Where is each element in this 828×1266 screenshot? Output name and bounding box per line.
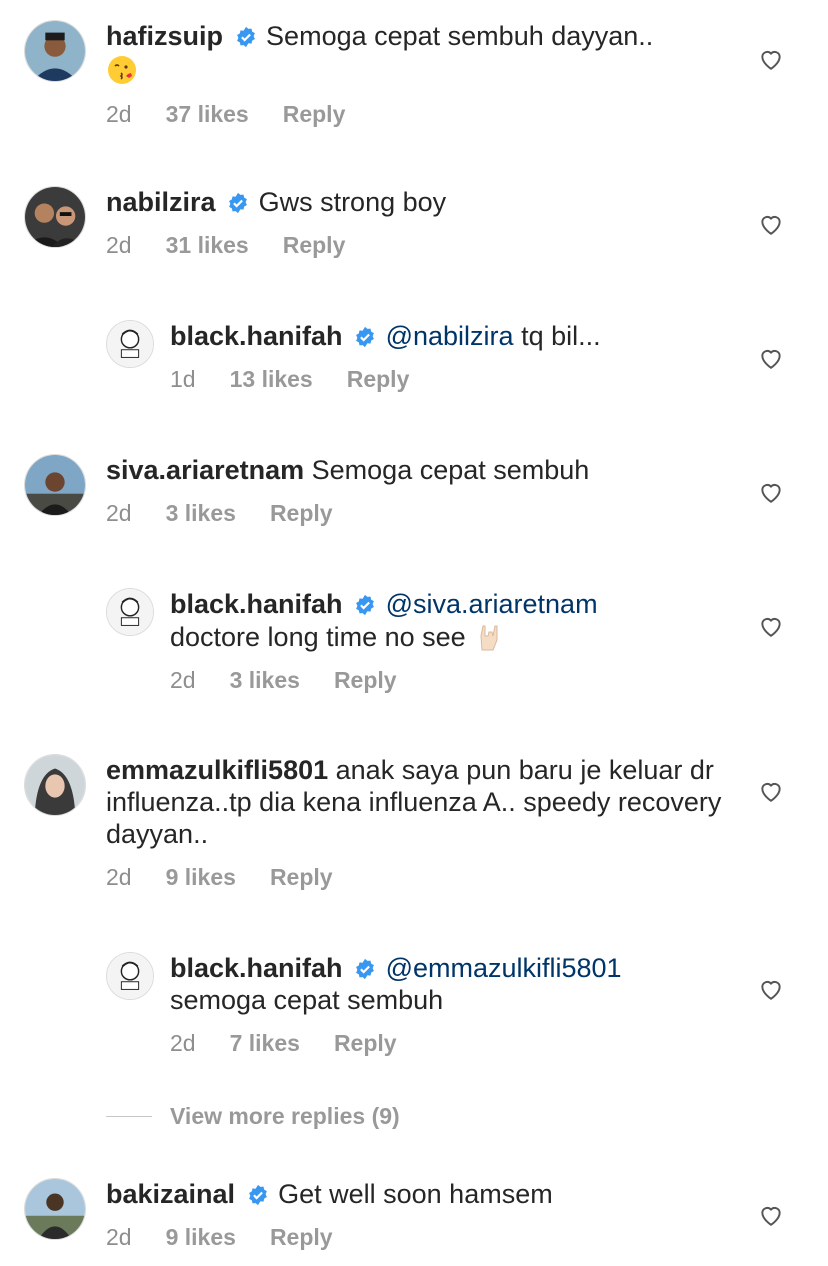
likes-count[interactable]: 7 likes bbox=[230, 1030, 300, 1057]
reply-button[interactable]: Reply bbox=[347, 366, 410, 393]
rock-hand-emoji bbox=[480, 625, 498, 651]
comment-text: semoga cepat sembuh bbox=[170, 985, 444, 1015]
comment-text: Semoga cepat sembuh bbox=[311, 455, 590, 485]
comment-time: 2d bbox=[106, 1224, 132, 1250]
comment-time: 2d bbox=[170, 1030, 196, 1056]
comment-username[interactable]: bakizainal bbox=[106, 1179, 235, 1209]
comment-username[interactable]: siva.ariaretnam bbox=[106, 455, 304, 485]
view-more-replies[interactable]: View more replies (9) bbox=[106, 1103, 400, 1130]
comment-time: 2d bbox=[106, 101, 132, 127]
view-more-replies-label: View more replies (9) bbox=[170, 1103, 400, 1129]
avatar[interactable] bbox=[24, 186, 86, 248]
divider bbox=[106, 1116, 152, 1117]
heart-icon[interactable] bbox=[758, 778, 784, 804]
kissing-face-emoji bbox=[108, 56, 136, 84]
avatar[interactable] bbox=[24, 20, 86, 82]
heart-icon[interactable] bbox=[758, 976, 784, 1002]
likes-count[interactable]: 9 likes bbox=[166, 1224, 236, 1251]
verified-badge-icon bbox=[229, 192, 247, 214]
comment-username[interactable]: black.hanifah bbox=[170, 589, 343, 619]
mention-link[interactable]: @emmazulkifli5801 bbox=[386, 953, 622, 983]
reply-button[interactable]: Reply bbox=[334, 667, 397, 694]
avatar[interactable] bbox=[106, 952, 154, 1000]
avatar[interactable] bbox=[24, 454, 86, 516]
comment-username[interactable]: hafizsuip bbox=[106, 21, 223, 51]
avatar[interactable] bbox=[24, 754, 86, 816]
reply-button[interactable]: Reply bbox=[270, 864, 333, 891]
mention-link[interactable]: @nabilzira bbox=[386, 321, 514, 351]
comment-text: doctore long time no see bbox=[170, 622, 466, 652]
reply-button[interactable]: Reply bbox=[283, 101, 346, 128]
heart-icon[interactable] bbox=[758, 479, 784, 505]
comment-text: Semoga cepat sembuh dayyan.. bbox=[266, 21, 654, 51]
comment-username[interactable]: emmazulkifli5801 bbox=[106, 755, 328, 785]
comment-time: 2d bbox=[106, 232, 132, 258]
avatar[interactable] bbox=[24, 1178, 86, 1240]
comment-text: Gws strong boy bbox=[258, 187, 447, 217]
heart-icon[interactable] bbox=[758, 211, 784, 237]
reply-button[interactable]: Reply bbox=[334, 1030, 397, 1057]
likes-count[interactable]: 3 likes bbox=[166, 500, 236, 527]
comment-text: tq bil... bbox=[521, 321, 601, 351]
comment-username[interactable]: black.hanifah bbox=[170, 321, 343, 351]
reply-button[interactable]: Reply bbox=[270, 500, 333, 527]
verified-badge-icon bbox=[236, 26, 255, 48]
heart-icon[interactable] bbox=[758, 46, 784, 72]
heart-icon[interactable] bbox=[758, 345, 784, 371]
likes-count[interactable]: 13 likes bbox=[230, 366, 313, 393]
reply-button[interactable]: Reply bbox=[270, 1224, 333, 1251]
verified-badge-icon bbox=[356, 594, 374, 616]
mention-link[interactable]: @siva.ariaretnam bbox=[386, 589, 598, 619]
comment-text: Get well soon hamsem bbox=[278, 1179, 553, 1209]
likes-count[interactable]: 31 likes bbox=[166, 232, 249, 259]
comment-time: 1d bbox=[170, 366, 196, 392]
likes-count[interactable]: 3 likes bbox=[230, 667, 300, 694]
heart-icon[interactable] bbox=[758, 1202, 784, 1228]
comment-time: 2d bbox=[106, 500, 132, 526]
avatar[interactable] bbox=[106, 320, 154, 368]
verified-badge-icon bbox=[356, 958, 374, 980]
comment-time: 2d bbox=[170, 667, 196, 693]
comment-username[interactable]: black.hanifah bbox=[170, 953, 343, 983]
comment-time: 2d bbox=[106, 864, 132, 890]
verified-badge-icon bbox=[356, 326, 374, 348]
verified-badge-icon bbox=[248, 1184, 267, 1206]
likes-count[interactable]: 9 likes bbox=[166, 864, 236, 891]
comment-username[interactable]: nabilzira bbox=[106, 187, 216, 217]
likes-count[interactable]: 37 likes bbox=[166, 101, 249, 128]
avatar[interactable] bbox=[106, 588, 154, 636]
reply-button[interactable]: Reply bbox=[283, 232, 346, 259]
heart-icon[interactable] bbox=[758, 613, 784, 639]
